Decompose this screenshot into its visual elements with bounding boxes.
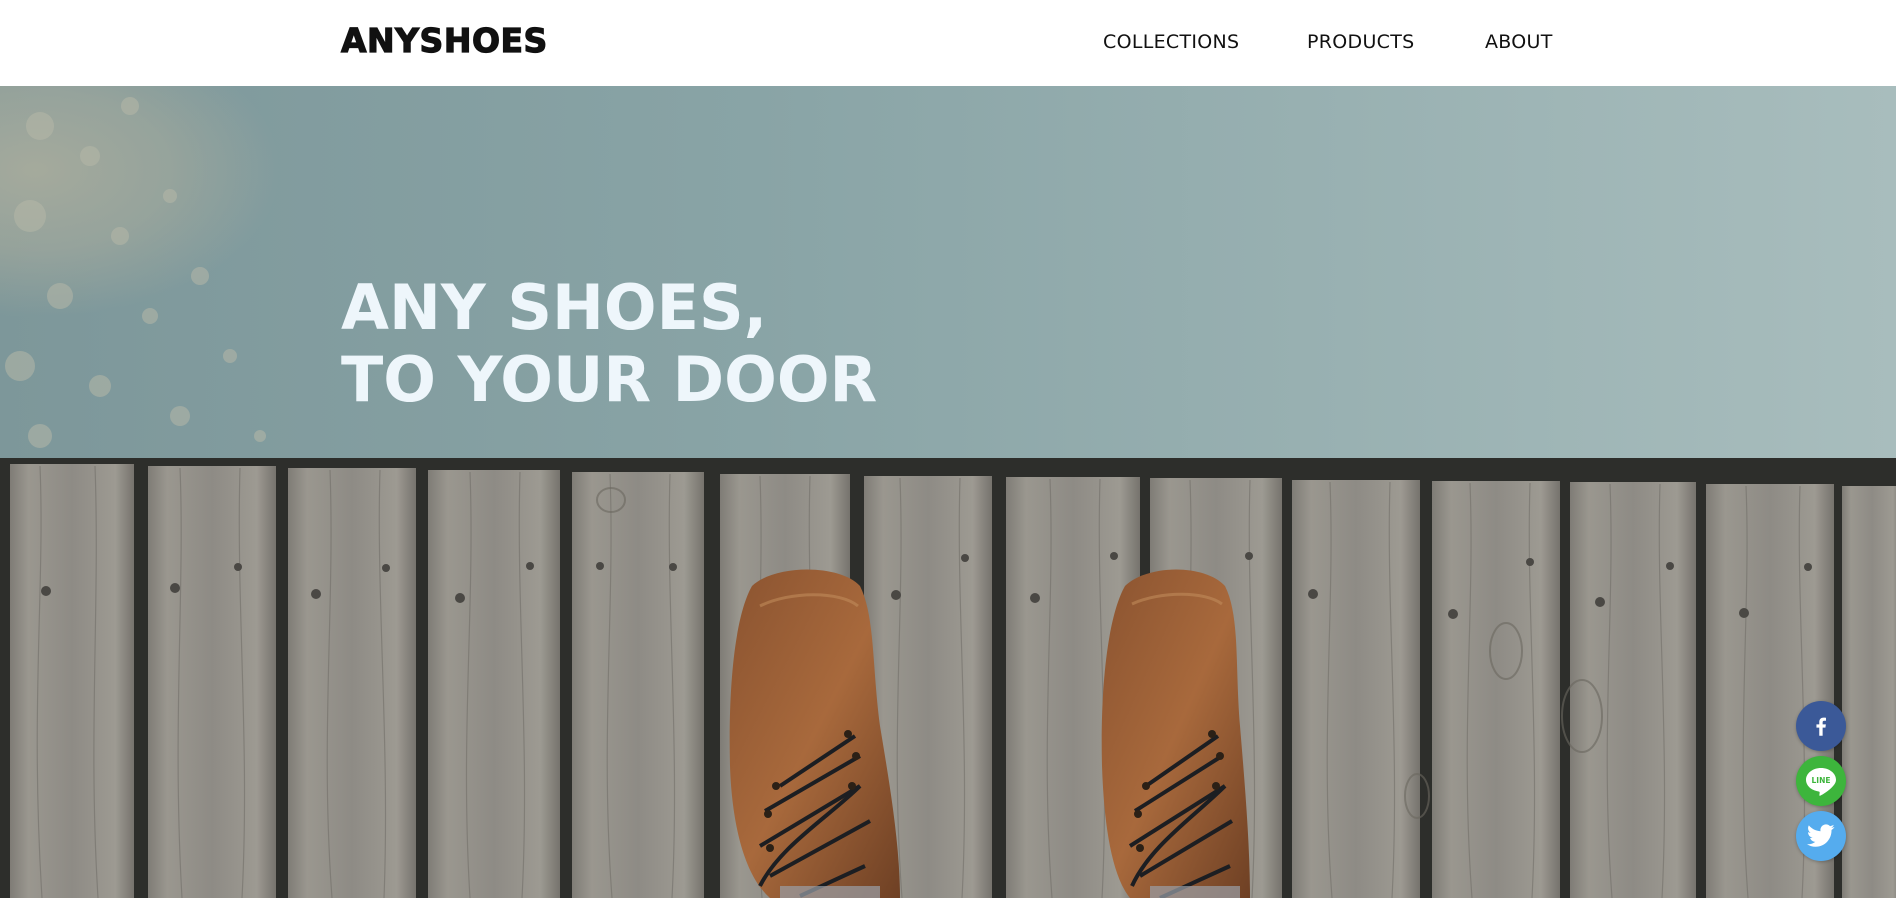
twitter-icon (1807, 824, 1835, 847)
facebook-share-button[interactable] (1796, 701, 1846, 751)
hero-title-line-1: ANY SHOES, (341, 271, 768, 344)
site-logo[interactable]: ANYSHOES (340, 20, 548, 61)
dock-planks (10, 464, 1896, 898)
nav-collections[interactable]: COLLECTIONS (1103, 28, 1239, 56)
hero-section: ANY SHOES, TO YOUR DOOR (0, 86, 1896, 898)
twitter-share-button[interactable] (1796, 811, 1846, 861)
facebook-icon (1816, 717, 1826, 736)
nav-products[interactable]: PRODUCTS (1307, 28, 1414, 56)
hero-title-line-2: TO YOUR DOOR (341, 343, 878, 416)
hero-title: ANY SHOES, TO YOUR DOOR (341, 272, 877, 416)
nav-about[interactable]: ABOUT (1485, 28, 1553, 56)
hero-image (0, 86, 1896, 898)
line-share-button[interactable]: LINE (1796, 756, 1846, 806)
page-bottom-edge (0, 898, 1896, 912)
site-header: ANYSHOES COLLECTIONS PRODUCTS ABOUT (0, 0, 1896, 86)
line-icon: LINE (1806, 768, 1836, 796)
right-boot (1101, 569, 1250, 898)
line-icon-label: LINE (1812, 776, 1831, 785)
